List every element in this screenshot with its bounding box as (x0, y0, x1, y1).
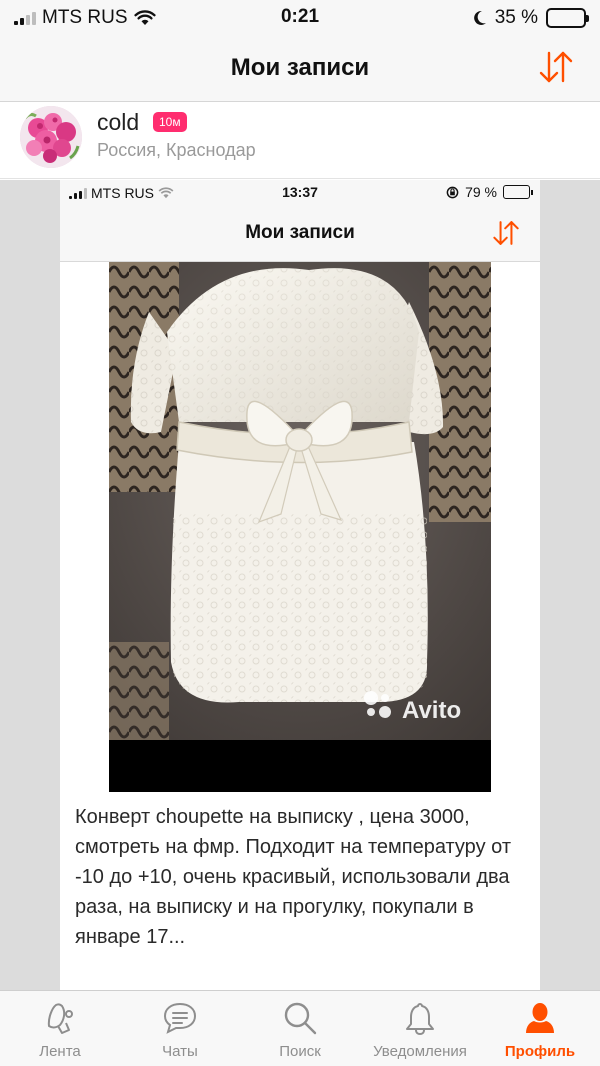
status-bar: MTS RUS 0:21 35 % (0, 0, 600, 36)
post-card[interactable]: MTS RUS 13:37 79 % Мои записи Avito Конв… (60, 180, 540, 990)
bell-icon (406, 1003, 434, 1035)
sort-arrows-icon (493, 221, 519, 245)
profile-icon (526, 1003, 554, 1033)
nav-bar: Мои записи (0, 36, 600, 102)
battery-percent: 35 % (494, 7, 538, 28)
profile-header[interactable]: cold 10м Россия, Краснодар (0, 103, 600, 179)
tab-label: Поиск (279, 1043, 321, 1060)
moon-icon (473, 10, 486, 25)
embedded-battery-percent: 79 % (465, 184, 497, 200)
tab-chats[interactable]: Чаты (120, 991, 240, 1066)
avito-watermark: Avito (402, 697, 461, 724)
embedded-page-title: Мои записи (245, 222, 355, 243)
tab-search[interactable]: Поиск (240, 991, 360, 1066)
embedded-nav-bar: Мои записи (60, 206, 540, 262)
tab-label: Лента (39, 1043, 81, 1060)
embedded-status-bar: MTS RUS 13:37 79 % (60, 180, 540, 206)
user-location: Россия, Краснодар (97, 140, 256, 160)
tab-profile[interactable]: Профиль (480, 991, 600, 1066)
tab-label: Чаты (162, 1043, 198, 1060)
username[interactable]: cold (97, 109, 139, 136)
status-badge: 10м (153, 112, 187, 132)
feed-content[interactable]: MTS RUS 13:37 79 % Мои записи Avito Конв… (0, 180, 600, 990)
tab-bar: Лента Чаты Поиск Уведомления Профиль (0, 990, 600, 1066)
rotation-lock-icon (446, 186, 459, 198)
battery-icon (503, 185, 533, 199)
page-title: Мои записи (230, 54, 370, 81)
sort-arrows-icon[interactable] (538, 50, 574, 84)
chat-icon (163, 1002, 197, 1034)
battery-icon (546, 8, 589, 28)
avatar[interactable] (20, 106, 82, 168)
tab-notifications[interactable]: Уведомления (360, 991, 480, 1066)
search-icon (284, 1002, 317, 1035)
post-text: Конверт choupette на выписку , цена 3000… (75, 806, 511, 948)
post-photo[interactable]: Avito (109, 262, 491, 792)
feed-icon (47, 1003, 73, 1034)
tab-label: Уведомления (373, 1043, 467, 1060)
tab-feed[interactable]: Лента (0, 991, 120, 1066)
tab-label: Профиль (504, 1043, 576, 1060)
